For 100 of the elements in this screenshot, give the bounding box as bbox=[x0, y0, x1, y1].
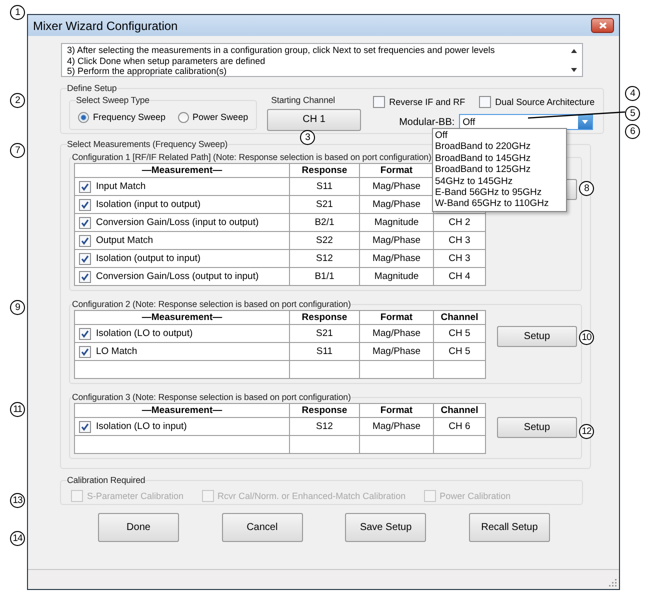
column-header: Format bbox=[360, 404, 434, 418]
column-header: —Measurement— bbox=[74, 404, 290, 418]
column-header: Response bbox=[290, 404, 360, 418]
radio-button[interactable] bbox=[78, 112, 89, 122]
channel-button[interactable]: CH 1 bbox=[267, 108, 362, 130]
channel-cell: CH 5 bbox=[434, 324, 486, 342]
format-cell: Mag/Phase bbox=[360, 250, 434, 268]
channel-cell: CH 3 bbox=[434, 250, 486, 268]
measurement-label: Isolation (input to output) bbox=[96, 199, 201, 210]
format-cell: Magnitude bbox=[360, 214, 434, 232]
measurement-label: Conversion Gain/Loss (input to output) bbox=[96, 217, 259, 228]
checkbox-label: Dual Source Architecture bbox=[495, 97, 595, 107]
group-title: Configuration 2 (Note: Response selection is based on port configuration) bbox=[72, 299, 351, 310]
checkbox[interactable] bbox=[373, 96, 386, 108]
callout-number: 7 bbox=[10, 143, 25, 158]
radio-option[interactable]: Frequency Sweep bbox=[78, 112, 166, 122]
column-header: —Measurement— bbox=[74, 164, 290, 178]
group-title: Select Sweep Type bbox=[76, 94, 150, 106]
resize-grip-icon[interactable] bbox=[609, 579, 617, 587]
checkbox[interactable] bbox=[79, 270, 91, 282]
close-icon bbox=[598, 22, 606, 29]
checkbox-label: Reverse IF and RF bbox=[389, 97, 466, 107]
column-header: Response bbox=[290, 310, 360, 324]
checkbox-label: Rcvr Cal/Norm. or Enhanced-Match Calibration bbox=[218, 491, 406, 501]
callout-number: 11 bbox=[10, 402, 25, 417]
measurement-label: Isolation (LO to output) bbox=[96, 328, 193, 339]
callout-number: 13 bbox=[10, 493, 25, 508]
callout-number: 9 bbox=[10, 300, 25, 315]
channel-cell: CH 5 bbox=[434, 342, 486, 360]
checkbox[interactable] bbox=[79, 252, 91, 264]
checkbox[interactable] bbox=[79, 216, 91, 228]
radio-label: Power Sweep bbox=[192, 112, 248, 122]
dropdown-item[interactable]: Off bbox=[435, 130, 564, 142]
format-cell: Mag/Phase bbox=[360, 342, 434, 360]
column-header: Format bbox=[360, 310, 434, 324]
caret-icon bbox=[582, 120, 588, 124]
scroll-up-icon[interactable] bbox=[571, 49, 577, 53]
checkbox[interactable] bbox=[79, 198, 91, 210]
instruction-line: 3) After selecting the measurements in a configuration group, click Next to set frequencies and power levels bbox=[67, 45, 496, 56]
dropdown-item[interactable]: BroadBand to 125GHz bbox=[435, 164, 564, 176]
callout-number: 1 bbox=[10, 5, 25, 20]
measurement-label: Isolation (LO to input) bbox=[96, 421, 187, 432]
response-cell: S12 bbox=[290, 250, 360, 268]
format-cell: Mag/Phase bbox=[360, 232, 434, 250]
measurement-label: LO Match bbox=[96, 346, 138, 357]
dialog-button[interactable]: Done bbox=[98, 513, 179, 542]
channel-cell: CH 2 bbox=[434, 214, 486, 232]
response-cell: B1/1 bbox=[290, 268, 360, 286]
dropdown-item[interactable]: 54GHz to 145GHz bbox=[435, 176, 564, 188]
checkbox[interactable] bbox=[79, 328, 91, 340]
format-cell: Mag/Phase bbox=[360, 418, 434, 436]
response-cell: S11 bbox=[290, 178, 360, 196]
response-cell: B2/1 bbox=[290, 214, 360, 232]
checkbox[interactable] bbox=[79, 180, 91, 192]
setup-button[interactable]: Setup bbox=[497, 326, 577, 347]
column-header: —Measurement— bbox=[74, 310, 290, 324]
checkbox-option[interactable]: Dual Source Architecture bbox=[479, 96, 595, 108]
dropdown-item[interactable]: BroadBand to 220GHz bbox=[435, 141, 564, 153]
response-cell: S21 bbox=[290, 324, 360, 342]
radio-option[interactable]: Power Sweep bbox=[178, 112, 248, 122]
column-header: Channel bbox=[434, 310, 486, 324]
callout-number: 5 bbox=[625, 106, 640, 121]
dialog-button[interactable]: Cancel bbox=[222, 513, 303, 542]
measurement-label: Output Match bbox=[96, 235, 154, 246]
dialog-button[interactable]: Save Setup bbox=[345, 513, 426, 542]
channel-cell: CH 6 bbox=[434, 418, 486, 436]
dropdown-item[interactable]: W-Band 65GHz to 110GHz bbox=[435, 198, 564, 210]
checkbox[interactable] bbox=[79, 346, 91, 358]
response-cell: S12 bbox=[290, 418, 360, 436]
checkbox[interactable] bbox=[479, 96, 492, 108]
column-header: Channel bbox=[434, 404, 486, 418]
setup-button[interactable]: Setup bbox=[497, 417, 577, 438]
callout-number: 4 bbox=[625, 86, 640, 101]
group-title: Configuration 1 [RF/IF Related Path] (Note: Response selection is based on port configuration) bbox=[72, 152, 432, 163]
window-title: Mixer Wizard Configuration bbox=[33, 18, 178, 32]
measurement-label: Conversion Gain/Loss (output to input) bbox=[96, 271, 259, 282]
dropdown-item[interactable]: BroadBand to 145GHz bbox=[435, 152, 564, 164]
field-label: Modular-BB: bbox=[399, 116, 455, 128]
dialog-button[interactable]: Recall Setup bbox=[468, 513, 550, 542]
checkbox-option[interactable]: Reverse IF and RF bbox=[373, 96, 466, 108]
response-cell: S21 bbox=[290, 196, 360, 214]
channel-cell: CH 3 bbox=[434, 232, 486, 250]
checkbox[interactable] bbox=[79, 420, 91, 432]
group-title: Calibration Required bbox=[67, 475, 146, 486]
radio-button[interactable] bbox=[178, 112, 189, 122]
dropdown-item[interactable]: E-Band 56GHz to 95GHz bbox=[435, 187, 564, 198]
channel-cell: CH 4 bbox=[434, 268, 486, 286]
group-title: Configuration 3 (Note: Response selection is based on port configuration) bbox=[72, 392, 351, 403]
response-cell: S22 bbox=[290, 232, 360, 250]
group-title: Define Setup bbox=[67, 83, 117, 94]
format-cell: Mag/Phase bbox=[360, 324, 434, 342]
scroll-down-icon[interactable] bbox=[571, 68, 577, 72]
checkbox-label: S-Parameter Calibration bbox=[87, 491, 184, 501]
format-cell: Magnitude bbox=[360, 268, 434, 286]
measurement-label: Input Match bbox=[96, 181, 146, 192]
close-button[interactable] bbox=[591, 18, 614, 33]
checkbox[interactable] bbox=[79, 234, 91, 246]
checkbox-label: Power Calibration bbox=[440, 491, 511, 501]
instruction-line: 5) Perform the appropriate calibration(s) bbox=[67, 66, 228, 76]
instruction-line: 4) Click Done when setup parameters are defined bbox=[67, 56, 266, 66]
